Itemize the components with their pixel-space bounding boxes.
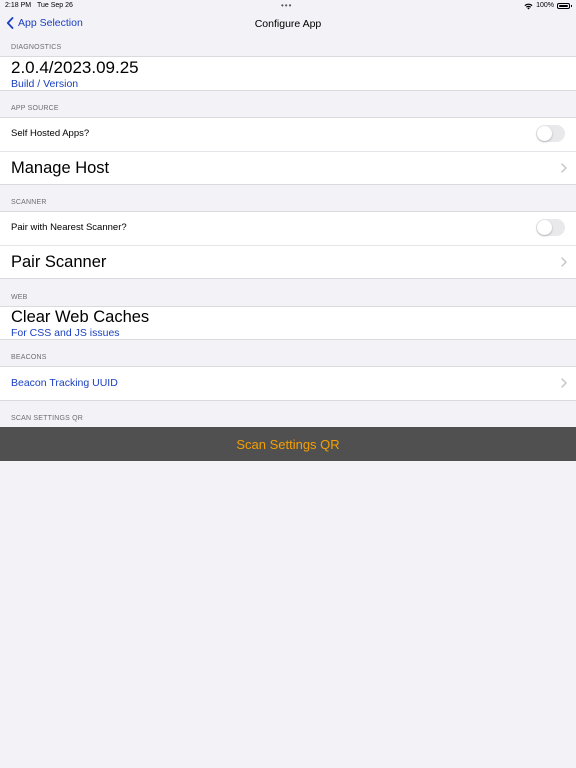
section-header-beacons: BEACONS xyxy=(11,354,47,361)
self-hosted-toggle[interactable] xyxy=(536,125,565,142)
scan-settings-qr-button[interactable]: Scan Settings QR xyxy=(0,427,576,461)
clear-caches-caption: For CSS and JS issues xyxy=(11,327,120,339)
version-caption: Build / Version xyxy=(11,78,79,90)
section-header-scan-settings: SCAN SETTINGS QR xyxy=(11,415,84,422)
self-hosted-label: Self Hosted Apps? xyxy=(11,128,90,139)
navigation-bar: App Selection Configure App xyxy=(0,12,576,40)
pair-nearest-label: Pair with Nearest Scanner? xyxy=(11,222,127,233)
pair-scanner-label: Pair Scanner xyxy=(11,253,107,271)
beacons-group: Beacon Tracking UUID xyxy=(0,366,576,401)
beacon-uuid-label: Beacon Tracking UUID xyxy=(11,377,118,389)
multitasking-dots-icon[interactable]: ••• xyxy=(281,0,292,12)
section-header-diagnostics: DIAGNOSTICS xyxy=(11,44,62,51)
page-title: Configure App xyxy=(254,18,322,30)
web-group[interactable]: Clear Web Caches For CSS and JS issues xyxy=(0,306,576,340)
pair-scanner-row[interactable]: Pair Scanner xyxy=(0,245,576,278)
app-source-group: Self Hosted Apps? Manage Host xyxy=(0,117,576,185)
chevron-right-icon xyxy=(561,163,567,173)
scanner-group: Pair with Nearest Scanner? Pair Scanner xyxy=(0,211,576,279)
section-header-app-source: APP SOURCE xyxy=(11,105,59,112)
wifi-icon xyxy=(524,3,533,9)
battery-icon xyxy=(557,3,572,9)
section-header-scanner: SCANNER xyxy=(11,199,47,206)
status-indicators: 100% xyxy=(524,0,572,12)
battery-percent: 100% xyxy=(536,2,554,9)
toggle-knob xyxy=(537,220,552,235)
status-date: Tue Sep 26 xyxy=(37,2,73,9)
chevron-right-icon xyxy=(561,257,567,267)
diagnostics-group: 2.0.4/2023.09.25 Build / Version xyxy=(0,56,576,91)
clear-caches-label: Clear Web Caches xyxy=(11,308,150,326)
toggle-knob xyxy=(537,126,552,141)
pair-nearest-row: Pair with Nearest Scanner? xyxy=(0,212,576,245)
status-bar: 2:18 PM Tue Sep 26 ••• 100% xyxy=(0,0,576,12)
section-header-web: WEB xyxy=(11,294,28,301)
chevron-right-icon xyxy=(561,378,567,388)
version-value: 2.0.4/2023.09.25 xyxy=(11,58,139,77)
manage-host-row[interactable]: Manage Host xyxy=(0,151,576,184)
status-time: 2:18 PM xyxy=(5,2,32,9)
beacon-uuid-row[interactable]: Beacon Tracking UUID xyxy=(0,367,576,400)
scan-settings-qr-label: Scan Settings QR xyxy=(236,436,340,452)
pair-nearest-toggle[interactable] xyxy=(536,219,565,236)
manage-host-label: Manage Host xyxy=(11,159,110,177)
self-hosted-row: Self Hosted Apps? xyxy=(0,118,576,151)
